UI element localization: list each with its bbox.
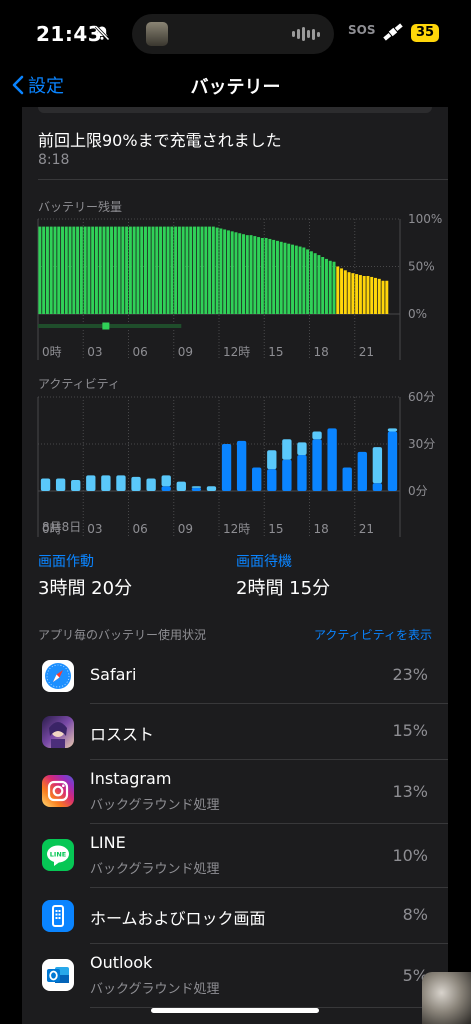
screen-active-bar — [221, 444, 232, 491]
screen-active-bar — [357, 451, 367, 491]
screen-active-bar — [267, 469, 277, 491]
x-tick-label: 09 — [178, 522, 193, 536]
app-subtitle: バックグラウンド処理 — [90, 798, 220, 813]
game-icon — [42, 716, 74, 748]
screen-active-bar — [191, 487, 202, 491]
app-row-game[interactable]: ロススト 15% — [22, 704, 448, 760]
app-row-instagram[interactable]: Instagram バックグラウンド処理 13% — [22, 760, 448, 824]
app-name: Safari — [90, 665, 137, 684]
screen-idle-bar — [176, 481, 186, 491]
screen-idle-bar — [71, 480, 81, 491]
screen-active-bar — [252, 467, 262, 491]
screen-idle-bar — [161, 475, 171, 487]
screen-active-bar — [372, 483, 383, 491]
screen-idle-bar — [101, 475, 111, 491]
navigation-bar: 設定 バッテリー — [0, 66, 471, 106]
x-tick-label: 15 — [268, 522, 283, 536]
screen-idle-bar — [282, 439, 292, 460]
app-subtitle: バックグラウンド処理 — [90, 982, 220, 997]
status-bar: 21:43 SOS 35 — [0, 0, 471, 64]
now-playing-artwork — [146, 22, 168, 46]
app-row-outlook[interactable]: Outlook バックグラウンド処理 5% — [22, 944, 448, 1008]
app-percentage: 13% — [392, 782, 428, 801]
app-name: Outlook — [90, 953, 153, 972]
app-row-home-lock[interactable]: ホームおよびロック画面 8% — [22, 888, 448, 944]
battery-card: 前回上限90%まで充電されました 8:18 バッテリー残量 アクティビティ 8月… — [22, 107, 448, 1024]
screen-active-bar — [312, 439, 322, 491]
app-name: ホームおよびロック画面 — [90, 909, 266, 928]
outlook-icon — [42, 959, 74, 991]
line-icon: LINE — [42, 839, 74, 871]
x-tick-label: 12時 — [223, 522, 250, 536]
svg-text:LINE: LINE — [50, 851, 66, 859]
safari-icon — [42, 660, 74, 692]
y-tick-label: 60分 — [408, 390, 435, 404]
satellite-icon — [383, 23, 403, 41]
screen-idle-bar — [372, 447, 383, 484]
activity-chart[interactable]: 60分 30分 0分 0時 03 06 09 12時 15 18 21 — [22, 107, 448, 547]
screen-active-value: 3時間 20分 — [38, 578, 133, 599]
screen-idle-bar — [297, 442, 307, 455]
screen-idle-bar — [312, 431, 322, 440]
dynamic-island[interactable] — [132, 14, 334, 54]
x-tick-label: 21 — [359, 522, 374, 536]
sos-indicator: SOS — [348, 23, 376, 37]
screen-active-bar — [327, 428, 337, 491]
app-percentage: 10% — [392, 846, 428, 865]
screen-idle-bar — [387, 428, 398, 432]
x-tick-label: 03 — [87, 522, 102, 536]
screen-active-bar — [236, 440, 247, 491]
screen-idle-bar — [55, 478, 66, 491]
y-tick-label: 0分 — [408, 484, 428, 498]
app-percentage: 8% — [402, 905, 428, 924]
screen-active-bar — [342, 467, 352, 491]
screen-idle-bar — [131, 476, 141, 491]
home-indicator[interactable] — [151, 1008, 319, 1013]
app-usage-header: アプリ毎のバッテリー使用状況 — [38, 628, 207, 642]
screen-active-bar — [282, 459, 292, 491]
status-time: 21:43 — [36, 22, 103, 46]
screen-active-label: 画面作動 — [38, 554, 94, 570]
x-tick-label: 06 — [133, 522, 148, 536]
app-row-line[interactable]: LINE LINE バックグラウンド処理 10% — [22, 824, 448, 888]
app-percentage: 23% — [392, 665, 428, 684]
x-tick-label: 0時 — [42, 522, 62, 536]
app-name: LINE — [90, 833, 126, 852]
app-subtitle: バックグラウンド処理 — [90, 862, 220, 877]
page-title: バッテリー — [190, 77, 281, 98]
screen-idle-bar — [267, 450, 277, 470]
screen-idle-bar — [146, 478, 156, 491]
screen-idle-bar — [206, 486, 217, 491]
instagram-icon — [42, 775, 74, 807]
app-name: Instagram — [90, 769, 172, 788]
screen-active-bar — [161, 486, 171, 491]
y-tick-label: 30分 — [408, 437, 435, 451]
app-percentage: 15% — [392, 721, 428, 740]
battery-settings-screen: 21:43 SOS 35 設定 バッテリー 前回上限90%まで充電されました 8… — [0, 0, 471, 1024]
show-activity-link[interactable]: アクティビティを表示 — [314, 626, 432, 643]
screen-idle-bar — [116, 475, 126, 491]
screen-idle-bar — [86, 475, 96, 491]
screen-idle-value: 2時間 15分 — [236, 578, 331, 599]
screen-idle-label: 画面待機 — [236, 554, 292, 570]
app-row-safari[interactable]: Safari 23% — [22, 648, 448, 704]
bell-slash-icon — [94, 25, 110, 41]
x-tick-label: 18 — [314, 522, 329, 536]
screen-active-bar — [297, 454, 307, 491]
audio-waveform-icon — [292, 27, 320, 41]
home-lock-icon — [42, 900, 74, 932]
app-name: ロススト — [90, 725, 155, 744]
battery-level-indicator: 35 — [411, 24, 439, 42]
picture-in-picture-thumbnail[interactable] — [422, 972, 471, 1024]
screen-active-bar — [387, 431, 398, 491]
screen-idle-bar — [191, 486, 202, 488]
screen-idle-bar — [40, 478, 51, 491]
